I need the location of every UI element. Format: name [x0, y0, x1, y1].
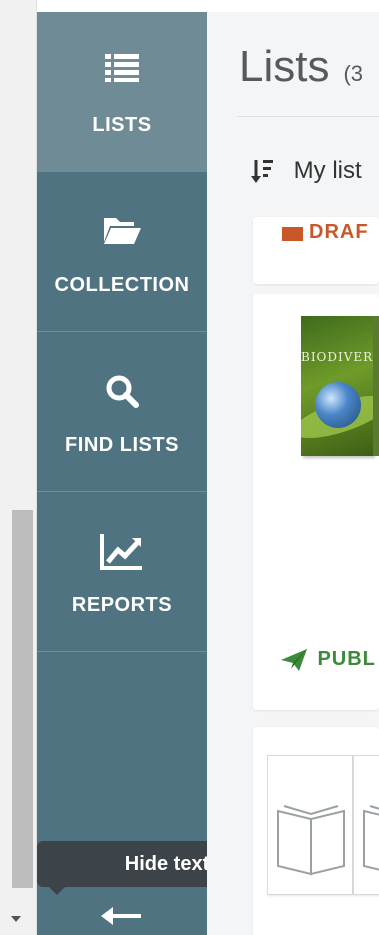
paper-plane-icon: [281, 648, 307, 671]
list-card[interactable]: DRAF: [253, 217, 379, 284]
main-content: Lists (3 My list DRAF BIODIVERS PUBL: [207, 12, 379, 935]
list-icon: [105, 54, 139, 82]
tooltip-arrow: [49, 887, 65, 895]
sidebar-item-label: REPORTS: [71, 594, 173, 616]
draft-status-icon: [282, 227, 303, 241]
list-card[interactable]: BIODIVERS PUBL: [253, 294, 379, 710]
book-cover-title: BIODIVERS: [301, 350, 373, 364]
sidebar-item-collection[interactable]: COLLECTION: [37, 172, 207, 332]
sidebar-item-find-lists[interactable]: FIND LISTS: [37, 332, 207, 492]
public-status: PUBL: [281, 648, 376, 671]
sort-label: My list: [293, 156, 362, 184]
status-label: PUBL: [317, 648, 376, 670]
arrow-left-icon[interactable]: [97, 901, 147, 931]
book-cover[interactable]: BIODIVERS: [301, 316, 373, 456]
sidebar-item-reports[interactable]: REPORTS: [37, 492, 207, 652]
scroll-down-arrow-icon[interactable]: [11, 916, 21, 922]
search-icon: [106, 375, 139, 408]
page-title: Lists (3: [239, 42, 363, 92]
open-book-icon: [363, 805, 379, 871]
vertical-scrollbar[interactable]: [0, 0, 37, 935]
scrollbar-thumb[interactable]: [12, 510, 33, 888]
page-title-text: Lists: [239, 42, 330, 91]
cover-art-globe: [315, 382, 361, 428]
list-count: (3: [343, 61, 364, 86]
folder-open-icon: [104, 218, 141, 244]
chart-line-icon: [100, 534, 142, 570]
book-cover-stacked: [373, 316, 379, 456]
sidebar-item-label: COLLECTION: [54, 274, 190, 296]
status-label: DRAF: [309, 221, 369, 243]
title-divider: [237, 116, 379, 117]
book-placeholder[interactable]: [353, 755, 379, 895]
sidebar-item-lists[interactable]: LISTS: [37, 12, 207, 172]
sidebar-item-label: FIND LISTS: [65, 434, 179, 456]
book-placeholder[interactable]: [267, 755, 353, 895]
list-card[interactable]: [253, 727, 379, 935]
tooltip-text: Hide text: [124, 853, 210, 875]
sidebar: LISTS COLLECTION FIND LISTS REPORTS: [37, 12, 207, 935]
sort-descending-icon: [251, 159, 273, 183]
sort-dropdown[interactable]: My list: [251, 156, 362, 196]
sidebar-item-label: LISTS: [92, 114, 152, 136]
open-book-icon: [277, 805, 345, 876]
